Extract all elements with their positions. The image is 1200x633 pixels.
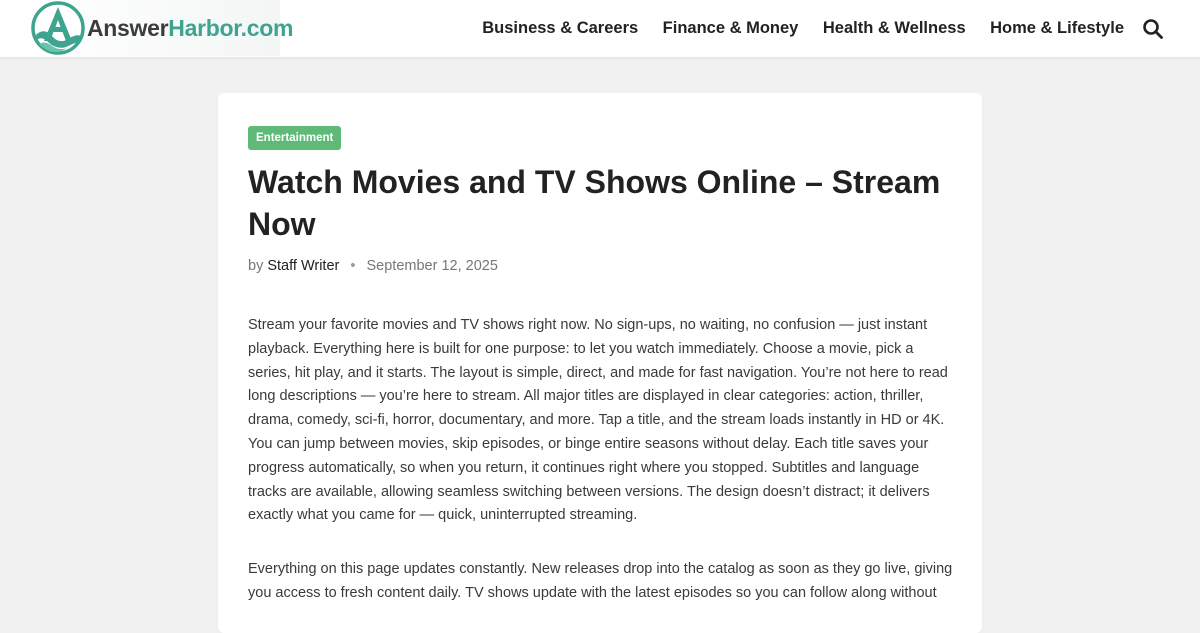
meta-separator: • — [350, 258, 356, 274]
article-paragraph: Stream your favorite movies and TV shows… — [248, 317, 948, 524]
publish-date: September 12, 2025 — [366, 258, 498, 274]
nav-item-home-lifestyle[interactable]: Home & Lifestyle — [990, 19, 1124, 38]
main-nav: Business & Careers Finance & Money Healt… — [458, 0, 1124, 57]
logo-name-part1: Answer — [87, 14, 169, 41]
nav-item-business-careers[interactable]: Business & Careers — [482, 19, 638, 38]
search-icon[interactable] — [1142, 18, 1164, 40]
article-title: Watch Movies and TV Shows Online – Strea… — [248, 164, 941, 242]
article-paragraph: Everything on this page updates constant… — [248, 561, 953, 601]
author-link[interactable]: Staff Writer — [267, 258, 339, 274]
wave-letter-a-logo-icon — [31, 1, 85, 55]
site-logo[interactable]: AnswerHarbor.com — [28, 0, 293, 56]
logo-wordmark: AnswerHarbor.com — [87, 15, 293, 42]
byline-prefix: by — [248, 258, 264, 274]
article-card: Entertainment Watch Movies and TV Shows … — [218, 93, 982, 633]
category-badge[interactable]: Entertainment — [248, 126, 342, 150]
nav-item-health-wellness[interactable]: Health & Wellness — [823, 19, 966, 38]
site-header: AnswerHarbor.com Business & Careers Fina… — [0, 0, 1200, 57]
nav-item-finance-money[interactable]: Finance & Money — [663, 19, 799, 38]
article-meta: by Staff Writer • September 12, 2025 — [248, 258, 498, 274]
logo-name-part2: Harbor.com — [168, 14, 294, 41]
